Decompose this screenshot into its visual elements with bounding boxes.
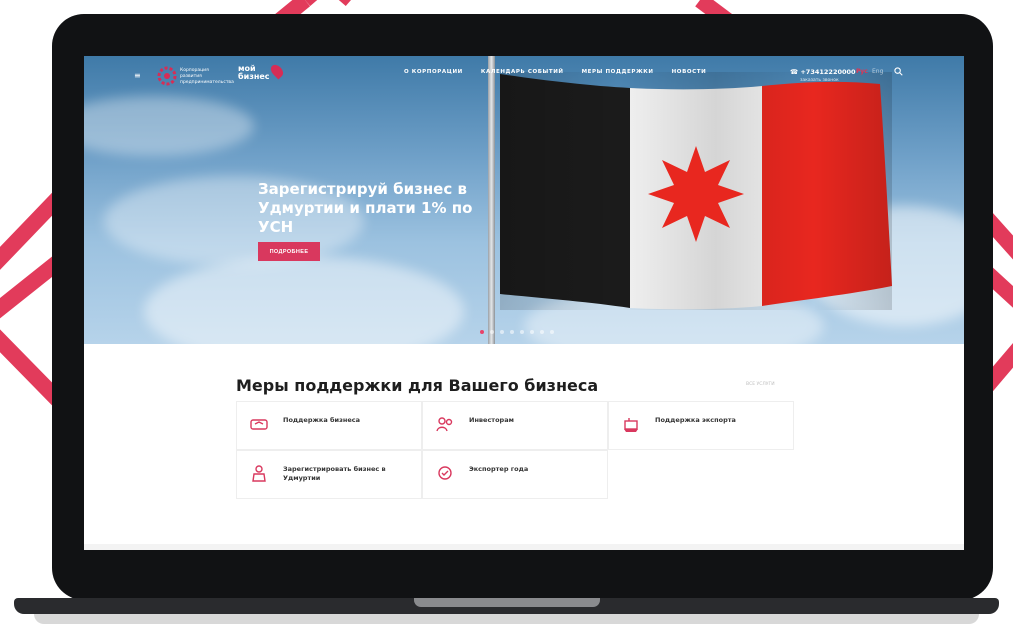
support-card-export[interactable]: Поддержка экспорта [608, 401, 794, 450]
nav-item-news[interactable]: НОВОСТИ [672, 69, 707, 75]
callback-link[interactable]: заказать звонок [800, 78, 839, 83]
hero-title-line-2: Удмуртии и плати 1% по УСН [258, 199, 473, 236]
support-card-business[interactable]: Поддержка бизнеса [236, 401, 422, 450]
corporation-logo-text: Корпорация развития предпринимательства [180, 68, 234, 85]
cloud [144, 256, 464, 344]
page-divider [84, 544, 964, 550]
search-icon[interactable] [894, 67, 903, 76]
award-icon [438, 466, 452, 480]
corporation-logo-icon[interactable] [156, 65, 178, 87]
hero-details-button[interactable]: ПОДРОБНЕЕ [258, 242, 320, 261]
support-section-title: Меры поддержки для Вашего бизнеса [236, 376, 599, 395]
handshake-icon [250, 419, 268, 430]
logo-biznes-word: бизнес [238, 72, 270, 81]
investors-icon [436, 417, 453, 432]
slider-dot[interactable] [540, 330, 544, 334]
support-card-label: Поддержка бизнеса [283, 416, 361, 424]
slider-dot[interactable] [550, 330, 554, 334]
support-card-investors[interactable]: Инвесторам [422, 401, 608, 450]
moy-biznes-logo[interactable]: мой бизнес [238, 62, 286, 88]
nav-item-events[interactable]: КАЛЕНДАРЬ СОБЫТИЙ [481, 69, 564, 75]
slider-dot[interactable] [490, 330, 494, 334]
support-grid: Поддержка бизнеса Инвесторам Поддержка э… [236, 401, 798, 501]
phone-text: +73412220000 [800, 68, 856, 76]
all-services-link[interactable]: ВСЕ УСЛУГИ [746, 382, 775, 387]
cloud [84, 96, 254, 156]
phone-icon: ☎ [790, 68, 801, 76]
slider-dots [480, 330, 554, 334]
hero-banner: ≡ Корпорация развития предпринимательств… [84, 56, 964, 344]
slider-dot[interactable] [520, 330, 524, 334]
laptop-shadow [34, 614, 979, 624]
udmurt-flag [500, 72, 892, 310]
slider-dot[interactable] [480, 330, 484, 334]
support-card-register[interactable]: Зарегистрировать бизнес в Удмуртии [236, 450, 422, 499]
lang-en[interactable]: Eng [872, 68, 883, 75]
hamburger-icon[interactable]: ≡ [134, 71, 141, 80]
lang-ru[interactable]: Рус [856, 68, 868, 75]
laptop-notch [414, 598, 600, 607]
register-icon [252, 465, 266, 482]
support-card-label: Поддержка экспорта [655, 416, 736, 424]
nav-item-support[interactable]: МЕРЫ ПОДДЕРЖКИ [582, 69, 654, 75]
hero-title: Зарегистрируй бизнес в Удмуртии и плати … [258, 180, 508, 237]
hero-title-line-1: Зарегистрируй бизнес в [258, 180, 467, 198]
map-pin-icon [268, 62, 286, 80]
site-header: ≡ Корпорация развития предпринимательств… [84, 56, 964, 94]
nav-item-about[interactable]: О КОРПОРАЦИИ [404, 69, 463, 75]
export-icon [624, 418, 638, 432]
slider-dot[interactable] [510, 330, 514, 334]
main-nav: О КОРПОРАЦИИ КАЛЕНДАРЬ СОБЫТИЙ МЕРЫ ПОДД… [404, 69, 706, 75]
support-card-label: Зарегистрировать бизнес в Удмуртии [283, 465, 386, 482]
support-card-label: Инвесторам [469, 416, 514, 424]
support-card-exporter-of-year[interactable]: Экспортер года [422, 450, 608, 499]
slider-dot[interactable] [500, 330, 504, 334]
slider-dot[interactable] [530, 330, 534, 334]
browser-screen: ≡ Корпорация развития предпринимательств… [84, 56, 964, 550]
support-card-label: Экспортер года [469, 465, 529, 473]
phone-number[interactable]: ☎ +73412220000 [790, 68, 856, 76]
